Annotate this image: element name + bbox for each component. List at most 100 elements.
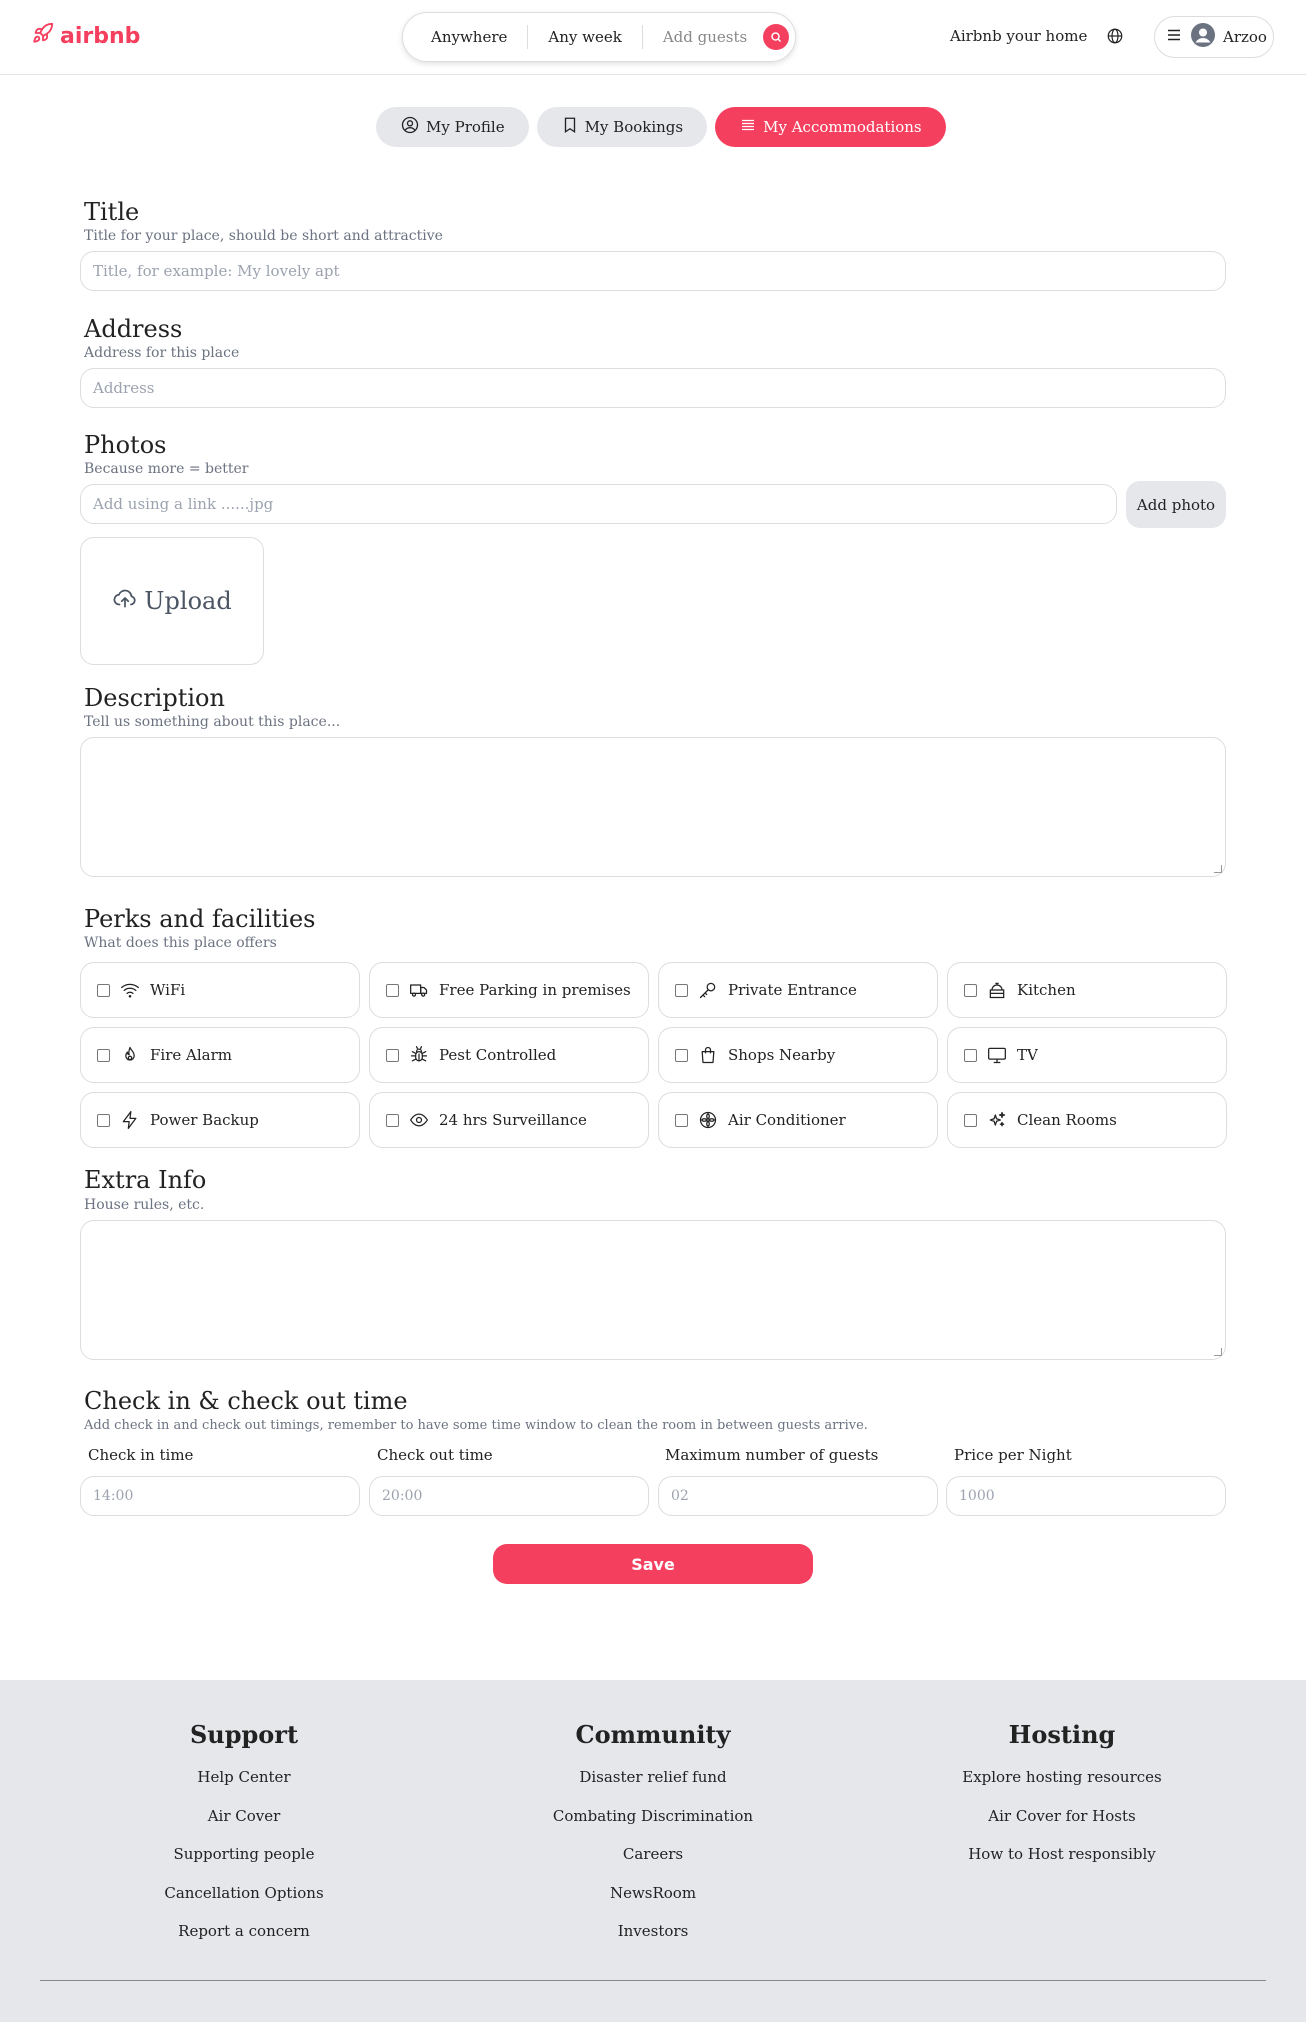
extra-info-heading: Extra Info bbox=[84, 1166, 207, 1194]
perk-checkbox[interactable] bbox=[964, 983, 977, 997]
brand-logo[interactable]: airbnb bbox=[32, 22, 140, 50]
footer-link[interactable]: How to Host responsibly bbox=[882, 1844, 1242, 1883]
footer-link[interactable]: Careers bbox=[473, 1844, 833, 1883]
tab-label: My Profile bbox=[426, 118, 505, 136]
perk-pest-controlled[interactable]: Pest Controlled bbox=[369, 1027, 649, 1083]
footer-heading: Community bbox=[575, 1720, 731, 1749]
perk-label: Shops Nearby bbox=[728, 1046, 836, 1064]
footer-link[interactable]: Investors bbox=[473, 1921, 833, 1960]
perk-checkbox[interactable] bbox=[97, 1048, 110, 1062]
footer-link[interactable]: Supporting people bbox=[64, 1844, 424, 1883]
perk-wifi[interactable]: WiFi bbox=[80, 962, 360, 1018]
footer-link[interactable]: Air Cover for Hosts bbox=[882, 1806, 1242, 1845]
price-placeholder: 1000 bbox=[959, 1488, 995, 1504]
bolt-icon bbox=[120, 1110, 140, 1130]
key-icon bbox=[698, 980, 718, 1000]
checkin-subtitle: Add check in and check out timings, reme… bbox=[84, 1418, 868, 1433]
perk-checkbox[interactable] bbox=[97, 983, 110, 997]
perk-label: Free Parking in premises bbox=[439, 981, 631, 999]
perks-heading: Perks and facilities bbox=[84, 905, 316, 933]
perk-air-conditioner[interactable]: Air Conditioner bbox=[658, 1092, 938, 1148]
tab-my-accommodations[interactable]: My Accommodations bbox=[715, 107, 946, 147]
max-guests-input[interactable]: 02 bbox=[658, 1476, 938, 1516]
save-button[interactable]: Save bbox=[493, 1544, 813, 1584]
avatar-icon bbox=[1191, 23, 1215, 51]
perks-subtitle: What does this place offers bbox=[84, 935, 277, 951]
user-menu[interactable]: Arzoo bbox=[1154, 16, 1274, 58]
perk-kitchen[interactable]: Kitchen bbox=[947, 962, 1227, 1018]
perk-shops-nearby[interactable]: Shops Nearby bbox=[658, 1027, 938, 1083]
tab-my-profile[interactable]: My Profile bbox=[376, 107, 529, 147]
brand-name: airbnb bbox=[60, 23, 141, 49]
max-guests-placeholder: 02 bbox=[671, 1488, 689, 1504]
photos-subtitle: Because more = better bbox=[84, 461, 249, 477]
menu-icon bbox=[1165, 26, 1183, 48]
perk-power-backup[interactable]: Power Backup bbox=[80, 1092, 360, 1148]
search-bar[interactable]: Anywhere Any week Add guests bbox=[402, 12, 796, 62]
list-icon bbox=[739, 116, 757, 138]
perk-checkbox[interactable] bbox=[386, 1048, 399, 1062]
bookmark-icon bbox=[561, 116, 579, 138]
perk-checkbox[interactable] bbox=[964, 1048, 977, 1062]
search-button[interactable] bbox=[763, 24, 790, 50]
footer-heading: Hosting bbox=[1008, 1720, 1116, 1749]
perk-checkbox[interactable] bbox=[386, 1113, 399, 1127]
perk-fire-alarm[interactable]: Fire Alarm bbox=[80, 1027, 360, 1083]
footer-link[interactable]: Report a concern bbox=[64, 1921, 424, 1960]
checkin-input[interactable]: 14:00 bbox=[80, 1476, 360, 1516]
add-photo-button[interactable]: Add photo bbox=[1126, 481, 1226, 528]
perk-tv[interactable]: TV bbox=[947, 1027, 1227, 1083]
footer-link[interactable]: NewsRoom bbox=[473, 1883, 833, 1922]
host-link[interactable]: Airbnb your home bbox=[950, 27, 1087, 45]
price-input[interactable]: 1000 bbox=[946, 1476, 1226, 1516]
perk-label: WiFi bbox=[150, 981, 186, 999]
resize-handle[interactable] bbox=[1214, 865, 1222, 873]
account-nav: My Profile My Bookings My Accommodations bbox=[376, 107, 946, 147]
bug-icon bbox=[409, 1045, 429, 1065]
photo-link-input[interactable]: Add using a link ......jpg bbox=[80, 484, 1117, 524]
footer-link[interactable]: Disaster relief fund bbox=[473, 1767, 833, 1806]
perk-checkbox[interactable] bbox=[964, 1113, 977, 1127]
user-circle-icon bbox=[400, 115, 420, 139]
cloud-upload-icon bbox=[112, 585, 138, 617]
footer-link[interactable]: Explore hosting resources bbox=[882, 1767, 1242, 1806]
globe-icon[interactable] bbox=[1106, 27, 1124, 49]
extra-info-subtitle: House rules, etc. bbox=[84, 1197, 205, 1213]
address-input[interactable]: Address bbox=[80, 368, 1226, 408]
tab-my-bookings[interactable]: My Bookings bbox=[536, 107, 708, 147]
footer-link[interactable]: Cancellation Options bbox=[64, 1883, 424, 1922]
perk-private-entrance[interactable]: Private Entrance bbox=[658, 962, 938, 1018]
checkin-placeholder: 14:00 bbox=[93, 1488, 134, 1504]
fan-icon bbox=[698, 1110, 718, 1130]
photo-link-placeholder: Add using a link ......jpg bbox=[93, 495, 274, 513]
perk-clean-rooms[interactable]: Clean Rooms bbox=[947, 1092, 1227, 1148]
search-icon bbox=[771, 32, 782, 43]
checkout-input[interactable]: 20:00 bbox=[369, 1476, 649, 1516]
search-when[interactable]: Any week bbox=[528, 25, 643, 49]
title-input[interactable]: Title, for example: My lovely apt bbox=[80, 251, 1226, 291]
perk-checkbox[interactable] bbox=[386, 983, 399, 997]
footer-support: Support Help Center Air Cover Supporting… bbox=[64, 1720, 424, 1960]
photos-heading: Photos bbox=[84, 431, 167, 459]
footer-link[interactable]: Combating Discrimination bbox=[473, 1806, 833, 1845]
wifi-icon bbox=[120, 980, 140, 1000]
search-where[interactable]: Anywhere bbox=[403, 25, 529, 49]
search-guests[interactable]: Add guests bbox=[643, 25, 759, 49]
perk-checkbox[interactable] bbox=[97, 1113, 110, 1127]
title-placeholder: Title, for example: My lovely apt bbox=[93, 262, 340, 280]
extra-info-textarea[interactable] bbox=[80, 1220, 1226, 1360]
perk-label: TV bbox=[1017, 1046, 1038, 1064]
checkout-label: Check out time bbox=[377, 1446, 493, 1464]
perk-checkbox[interactable] bbox=[675, 1113, 688, 1127]
perk-checkbox[interactable] bbox=[675, 1048, 688, 1062]
description-textarea[interactable] bbox=[80, 737, 1226, 877]
footer-link[interactable]: Air Cover bbox=[64, 1806, 424, 1845]
perk-free-parking[interactable]: Free Parking in premises bbox=[369, 962, 649, 1018]
footer-link[interactable]: Help Center bbox=[64, 1767, 424, 1806]
resize-handle[interactable] bbox=[1214, 1348, 1222, 1356]
upload-button[interactable]: Upload bbox=[80, 537, 264, 665]
perk-label: Pest Controlled bbox=[439, 1046, 557, 1064]
perk-surveillance[interactable]: 24 hrs Surveillance bbox=[369, 1092, 649, 1148]
shopping-bag-icon bbox=[698, 1045, 718, 1065]
perk-checkbox[interactable] bbox=[675, 983, 688, 997]
